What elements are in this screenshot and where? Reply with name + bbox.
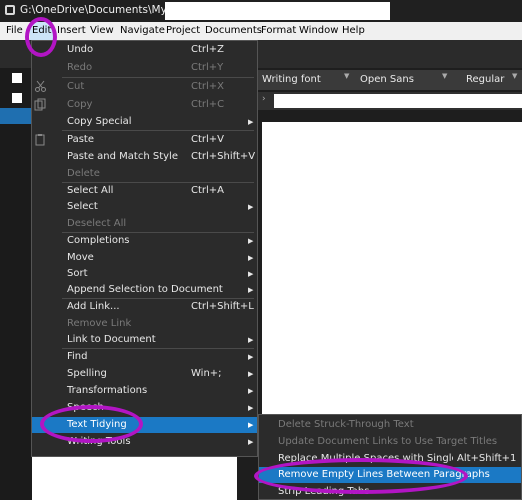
- menu-item-paste[interactable]: Paste Ctrl+V: [32, 132, 257, 148]
- menu-item-delete[interactable]: Delete: [32, 166, 257, 182]
- title-input[interactable]: [274, 94, 522, 108]
- menu-item-cut[interactable]: Cut Ctrl+X: [32, 79, 257, 95]
- menu-item-deselect-all[interactable]: Deselect All: [32, 216, 257, 232]
- menu-insert[interactable]: Insert: [57, 22, 86, 40]
- chevron-right-icon[interactable]: ›: [262, 94, 266, 104]
- menu-item-delete-struck-through[interactable]: Delete Struck-Through Text: [259, 417, 521, 433]
- title-redaction: [165, 2, 390, 20]
- menu-item-append-selection[interactable]: Append Selection to Document ▶: [32, 282, 257, 298]
- menu-item-add-link[interactable]: Add Link... Ctrl+Shift+L: [32, 299, 257, 315]
- style-combo[interactable]: Writing font: [262, 72, 321, 88]
- menu-window[interactable]: Window: [299, 22, 338, 40]
- font-combo[interactable]: Open Sans: [360, 72, 414, 88]
- app-icon: [5, 5, 15, 15]
- editor-page[interactable]: [262, 122, 522, 417]
- menu-bar: File Edit Insert View Navigate Project D…: [0, 22, 522, 40]
- menu-help[interactable]: Help: [342, 22, 365, 40]
- menu-item-remove-link[interactable]: Remove Link: [32, 316, 257, 332]
- menu-item-link-to-document[interactable]: Link to Document ▶: [32, 332, 257, 348]
- annotation-circle: [40, 405, 143, 443]
- menu-item-find[interactable]: Find ▶: [32, 349, 257, 365]
- menu-item-completions[interactable]: Completions ▶: [32, 233, 257, 249]
- separator: [62, 77, 254, 78]
- menu-item-paste-match-style[interactable]: Paste and Match Style Ctrl+Shift+V: [32, 149, 257, 165]
- menu-item-undo[interactable]: Undo Ctrl+Z: [32, 42, 257, 58]
- annotation-circle: [254, 458, 468, 494]
- menu-navigate[interactable]: Navigate: [120, 22, 165, 40]
- menu-item-spelling[interactable]: Spelling Win+; ▶: [32, 366, 257, 382]
- menu-documents[interactable]: Documents: [205, 22, 262, 40]
- annotation-circle: [25, 17, 57, 57]
- menu-item-move[interactable]: Move ▶: [32, 250, 257, 266]
- binder-sidebar: [0, 68, 32, 500]
- menu-item-copy-special[interactable]: Copy Special ▶: [32, 114, 257, 130]
- menu-view[interactable]: View: [90, 22, 114, 40]
- format-bar: Writing font ▼ Open Sans ▼ Regular ▼: [258, 70, 522, 90]
- binder-selected-row[interactable]: [0, 108, 32, 124]
- menu-item-redo[interactable]: Redo Ctrl+Y: [32, 60, 257, 76]
- menu-item-transformations[interactable]: Transformations ▶: [32, 383, 257, 399]
- paste-icon: [35, 134, 45, 146]
- chevron-down-icon: ▼: [442, 72, 448, 80]
- menu-project[interactable]: Project: [166, 22, 200, 40]
- chevron-down-icon: ▼: [344, 72, 350, 80]
- edit-menu: Undo Ctrl+Z Redo Ctrl+Y Cut Ctrl+X Copy Ctrl…: [31, 40, 258, 457]
- scissors-icon: [35, 80, 46, 92]
- copy-icon: [34, 98, 46, 111]
- menu-item-update-document-links[interactable]: Update Document Links to Use Target Titl…: [259, 434, 521, 450]
- menu-format[interactable]: Format: [261, 22, 296, 40]
- menu-item-sort[interactable]: Sort ▶: [32, 266, 257, 282]
- menu-item-select-all[interactable]: Select All Ctrl+A: [32, 183, 257, 199]
- binder-item-icon: [12, 73, 22, 83]
- chevron-down-icon: ▼: [512, 72, 518, 80]
- separator: [62, 130, 254, 131]
- menu-file[interactable]: File: [6, 22, 23, 40]
- weight-combo[interactable]: Regular: [466, 72, 504, 88]
- menu-item-select[interactable]: Select ▶: [32, 199, 257, 215]
- menu-item-copy[interactable]: Copy Ctrl+C: [32, 97, 257, 113]
- binder-item-icon: [12, 93, 22, 103]
